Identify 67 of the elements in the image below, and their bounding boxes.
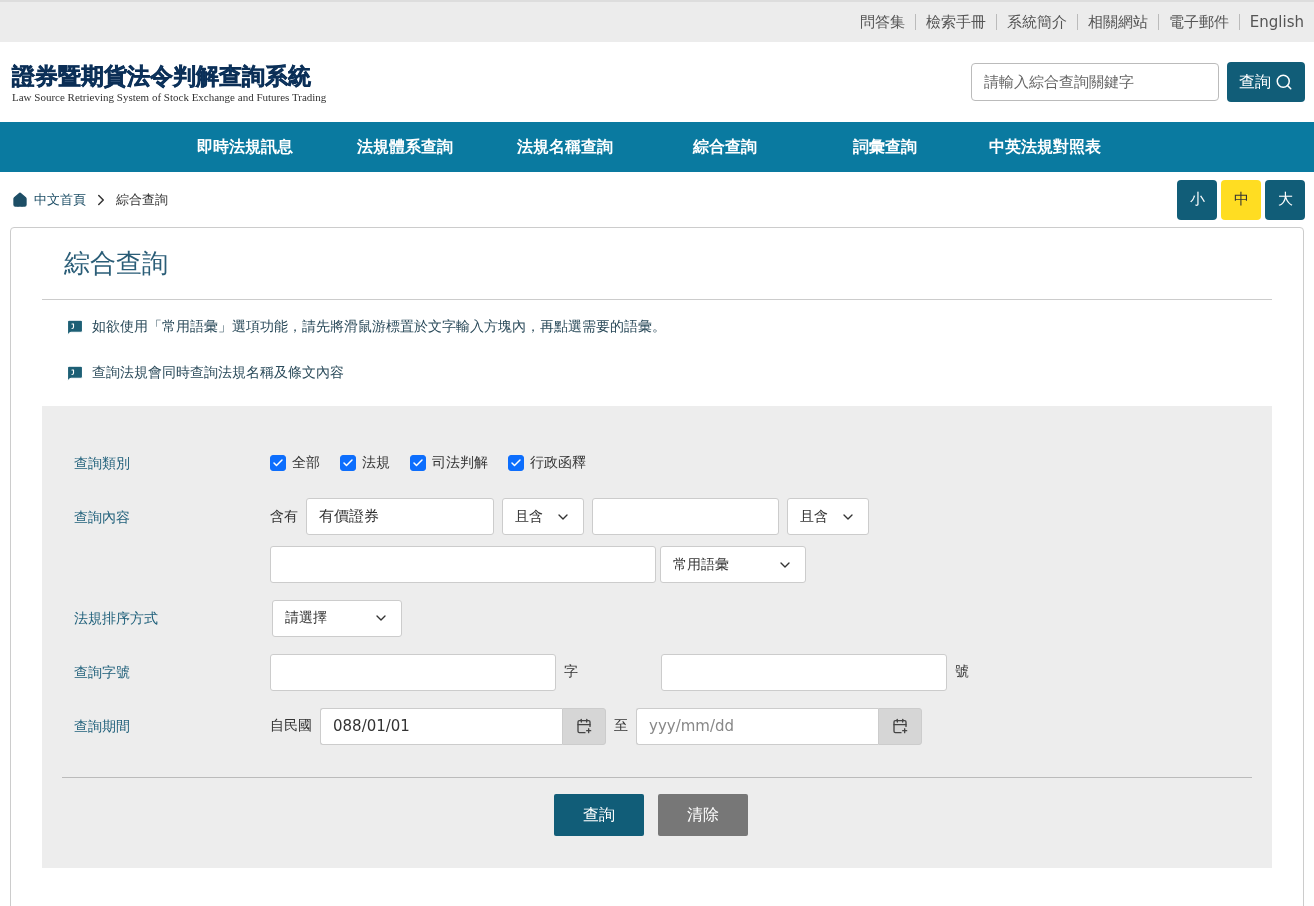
check-icon [342,457,354,469]
field-suffix: 號 [955,663,969,681]
font-size-button[interactable]: 大 [1265,179,1305,220]
field-suffix: 字 [564,663,579,681]
calendar-icon [576,718,592,734]
top-link[interactable]: 問答集 [859,12,905,32]
top-link[interactable]: 檢索手冊 [925,12,986,32]
note-text: 查詢法規會同時查詢法規名稱及條文內容 [92,364,344,382]
top-link[interactable]: 系統簡介 [1006,12,1067,32]
field-label: 查詢期間 [74,717,131,736]
field-prefix: 含有 [270,507,298,526]
phrase-select[interactable]: 常用語彙 [660,546,806,583]
quote-bubble-icon [66,364,84,382]
keyword-field[interactable] [592,498,779,535]
nav-item[interactable]: 詞彙查詢 [805,122,965,172]
breadcrumb-link[interactable]: 中文首頁 [34,190,86,209]
logo-title: 證券暨期貨法令判解查詢系統 [12,62,312,91]
field-label: 查詢內容 [74,508,131,527]
font-size-button[interactable]: 小 [1177,179,1217,220]
breadcrumb-current: 綜合查詢 [116,190,168,209]
nav-item[interactable]: 綜合查詢 [645,122,805,172]
home-icon [12,191,28,208]
checkbox-label: 法規 [362,454,390,472]
checkbox[interactable] [270,455,286,471]
checkbox-label: 行政函釋 [530,454,586,472]
nav-item[interactable]: 法規名稱查詢 [485,122,645,172]
check-icon [412,457,424,469]
form-button[interactable]: 查詢 [554,794,644,836]
checkbox[interactable] [340,455,356,471]
operator-select[interactable]: 且含 [502,498,584,535]
sort-select[interactable]: 請選擇 [272,599,402,637]
checkbox[interactable] [410,455,426,471]
top-link[interactable]: 相關網站 [1087,12,1148,32]
search-field[interactable]: 請輸入綜合查詢關鍵字 [971,63,1219,101]
checkbox[interactable] [508,455,524,471]
nav-item[interactable]: 法規體系查詢 [325,122,485,172]
word-field[interactable] [270,653,556,691]
checkbox-label: 全部 [292,454,320,472]
field-prefix: 至 [614,717,628,735]
nav-item[interactable]: 中英法規對照表 [965,122,1125,172]
search-button[interactable]: 查詢 [1227,62,1305,102]
logo-subtitle: Law Source Retrieving System of Stock Exchange and Futures Trading [12,91,327,103]
note-text: 如欲使用「常用語彙」選項功能，請先將滑鼠游標置於文字輸入方塊內，再點選需要的語彙。 [92,318,666,336]
nav-item[interactable]: 即時法規訊息 [165,122,325,172]
keyword-field[interactable]: 有價證券 [306,498,494,535]
field-label: 查詢類別 [74,454,131,473]
page-title: 綜合查詢 [42,228,1272,300]
field-label: 查詢字號 [74,663,131,682]
number-field[interactable] [661,653,947,691]
search-icon [1275,73,1293,91]
font-size-button[interactable]: 中 [1221,179,1261,220]
operator-select[interactable]: 且含 [787,498,869,535]
date-field[interactable]: 088/01/01 [320,707,562,745]
keyword-field[interactable] [270,546,656,583]
top-link[interactable]: 電子郵件 [1168,12,1229,32]
field-label: 法規排序方式 [74,609,159,628]
field-prefix: 自民國 [270,717,312,735]
top-link[interactable]: English [1249,13,1304,31]
calendar-button[interactable] [878,707,922,745]
check-icon [272,457,284,469]
quote-bubble-icon [66,318,84,336]
calendar-button[interactable] [562,707,606,745]
date-field[interactable]: yyy/mm/dd [636,707,878,745]
checkbox-label: 司法判解 [432,454,488,472]
check-icon [510,457,522,469]
form-button[interactable]: 清除 [658,794,748,836]
calendar-icon [892,718,908,734]
